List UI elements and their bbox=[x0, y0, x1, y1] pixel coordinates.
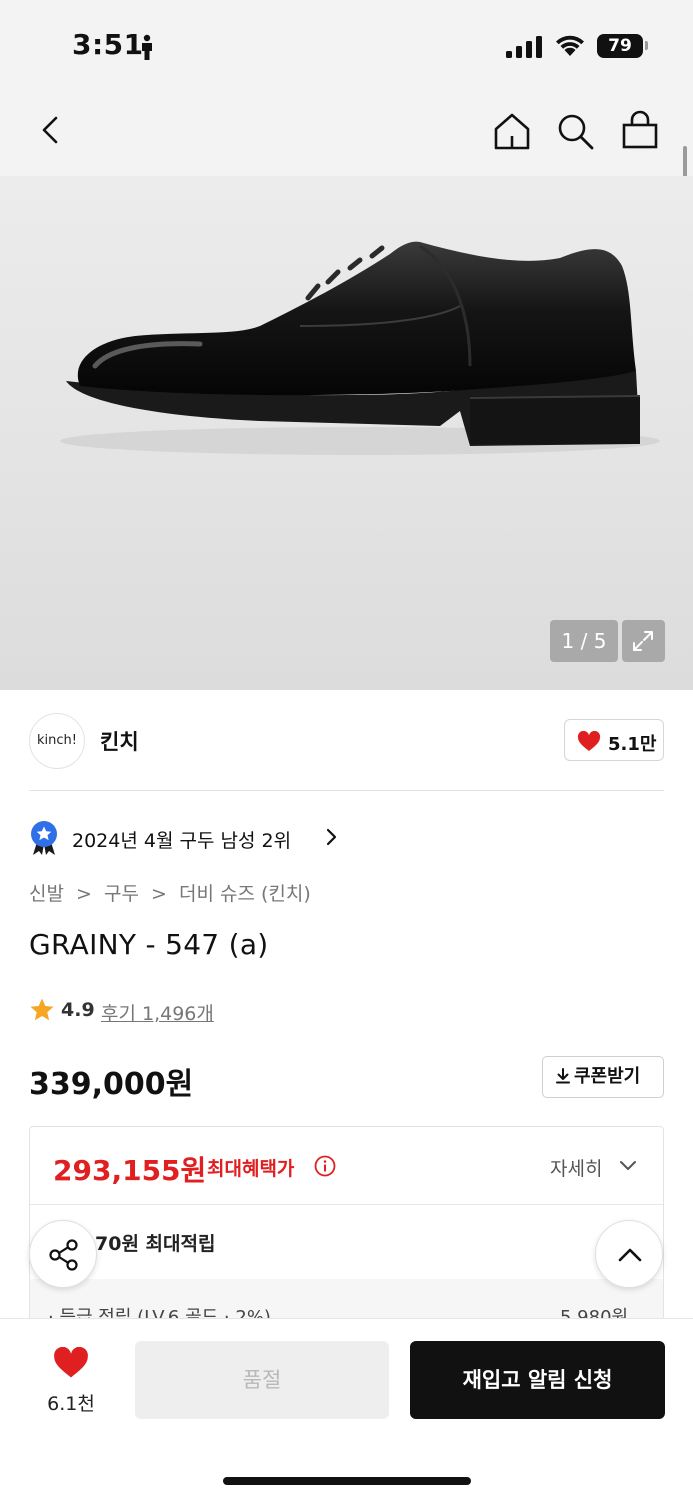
breadcrumb: 신발 > 구두 > 더비 슈즈 (킨치) bbox=[29, 879, 311, 906]
status-time: 3:51 bbox=[72, 28, 144, 61]
battery-cap bbox=[645, 41, 648, 50]
max-benefit-label: 최대혜택가 bbox=[207, 1158, 295, 1180]
ranking-text: 2024년 4월 구두 남성 2위 bbox=[72, 830, 292, 852]
product-price: 339,000원 bbox=[29, 1067, 194, 1102]
rating-score: 4.9 bbox=[61, 999, 95, 1021]
download-icon bbox=[556, 1068, 570, 1084]
wifi-icon bbox=[556, 35, 584, 56]
product-title: GRAINY - 547 (a) bbox=[29, 928, 269, 961]
share-button[interactable] bbox=[29, 1220, 97, 1288]
coupon-download-button[interactable]: 쿠폰받기 bbox=[542, 1056, 664, 1098]
soldout-button[interactable]: 품절 bbox=[135, 1341, 389, 1419]
home-icon[interactable] bbox=[490, 110, 534, 154]
back-arrow-icon[interactable] bbox=[30, 108, 74, 152]
benefit-detail-toggle[interactable]: 자세히 bbox=[550, 1154, 602, 1181]
restock-alert-button[interactable]: 재입고 알림 신청 bbox=[410, 1341, 665, 1419]
gallery-page-counter: 1 / 5 bbox=[550, 620, 618, 662]
star-icon bbox=[30, 998, 54, 1021]
battery-level: 79 bbox=[597, 34, 643, 58]
breadcrumb-item-1[interactable]: 신발 bbox=[29, 879, 64, 906]
breadcrumb-separator-icon: > bbox=[151, 883, 167, 905]
brand-like-button[interactable]: 5.1만 bbox=[564, 719, 664, 761]
breadcrumb-item-3[interactable]: 더비 슈즈 (킨치) bbox=[179, 879, 311, 906]
chevron-up-icon bbox=[618, 1248, 642, 1262]
person-activity-icon bbox=[142, 34, 152, 60]
max-benefit-price: 293,155원 bbox=[53, 1154, 207, 1187]
expand-image-button[interactable] bbox=[622, 620, 665, 662]
product-like-button[interactable]: 6.1천 bbox=[30, 1343, 112, 1417]
shopping-bag-icon[interactable] bbox=[618, 108, 662, 152]
review-count-link[interactable]: 후기 1,496개 bbox=[101, 999, 214, 1026]
expand-icon bbox=[633, 631, 653, 651]
bottom-action-bar: 6.1천 품절 재입고 알림 신청 bbox=[0, 1318, 693, 1500]
info-icon[interactable] bbox=[314, 1155, 336, 1177]
benefit-divider bbox=[30, 1204, 663, 1205]
rating-row: 4.9 후기 1,496개 bbox=[29, 996, 329, 1026]
top-nav-bar bbox=[0, 88, 693, 176]
coupon-label: 쿠폰받기 bbox=[574, 1066, 641, 1087]
brand-name[interactable]: 킨치 bbox=[100, 726, 139, 756]
search-icon[interactable] bbox=[554, 110, 598, 154]
product-image-gallery[interactable]: 1 / 5 bbox=[0, 176, 693, 690]
brand-row[interactable]: kinch! 킨치 5.1만 bbox=[0, 690, 693, 792]
status-bar: 3:51 79 bbox=[0, 0, 693, 88]
ranking-badge-icon bbox=[31, 821, 57, 855]
max-points-text: 70원 최대적립 bbox=[95, 1233, 216, 1255]
heart-icon bbox=[577, 731, 601, 751]
ranking-link[interactable]: 2024년 4월 구두 남성 2위 bbox=[29, 818, 429, 858]
chevron-right-icon bbox=[326, 828, 337, 846]
section-divider bbox=[29, 790, 664, 791]
heart-icon bbox=[54, 1347, 88, 1378]
home-indicator[interactable] bbox=[223, 1477, 471, 1485]
scroll-to-top-button[interactable] bbox=[595, 1220, 663, 1288]
product-like-count: 6.1천 bbox=[47, 1393, 95, 1415]
product-shoe-image bbox=[60, 241, 660, 455]
brand-like-count: 5.1만 bbox=[608, 734, 657, 755]
cellular-signal-icon bbox=[506, 36, 542, 58]
chevron-down-icon[interactable] bbox=[619, 1160, 637, 1172]
breadcrumb-item-2[interactable]: 구두 bbox=[104, 879, 139, 906]
share-icon bbox=[49, 1239, 78, 1271]
brand-logo[interactable]: kinch! bbox=[29, 713, 85, 769]
breadcrumb-separator-icon: > bbox=[76, 883, 92, 905]
